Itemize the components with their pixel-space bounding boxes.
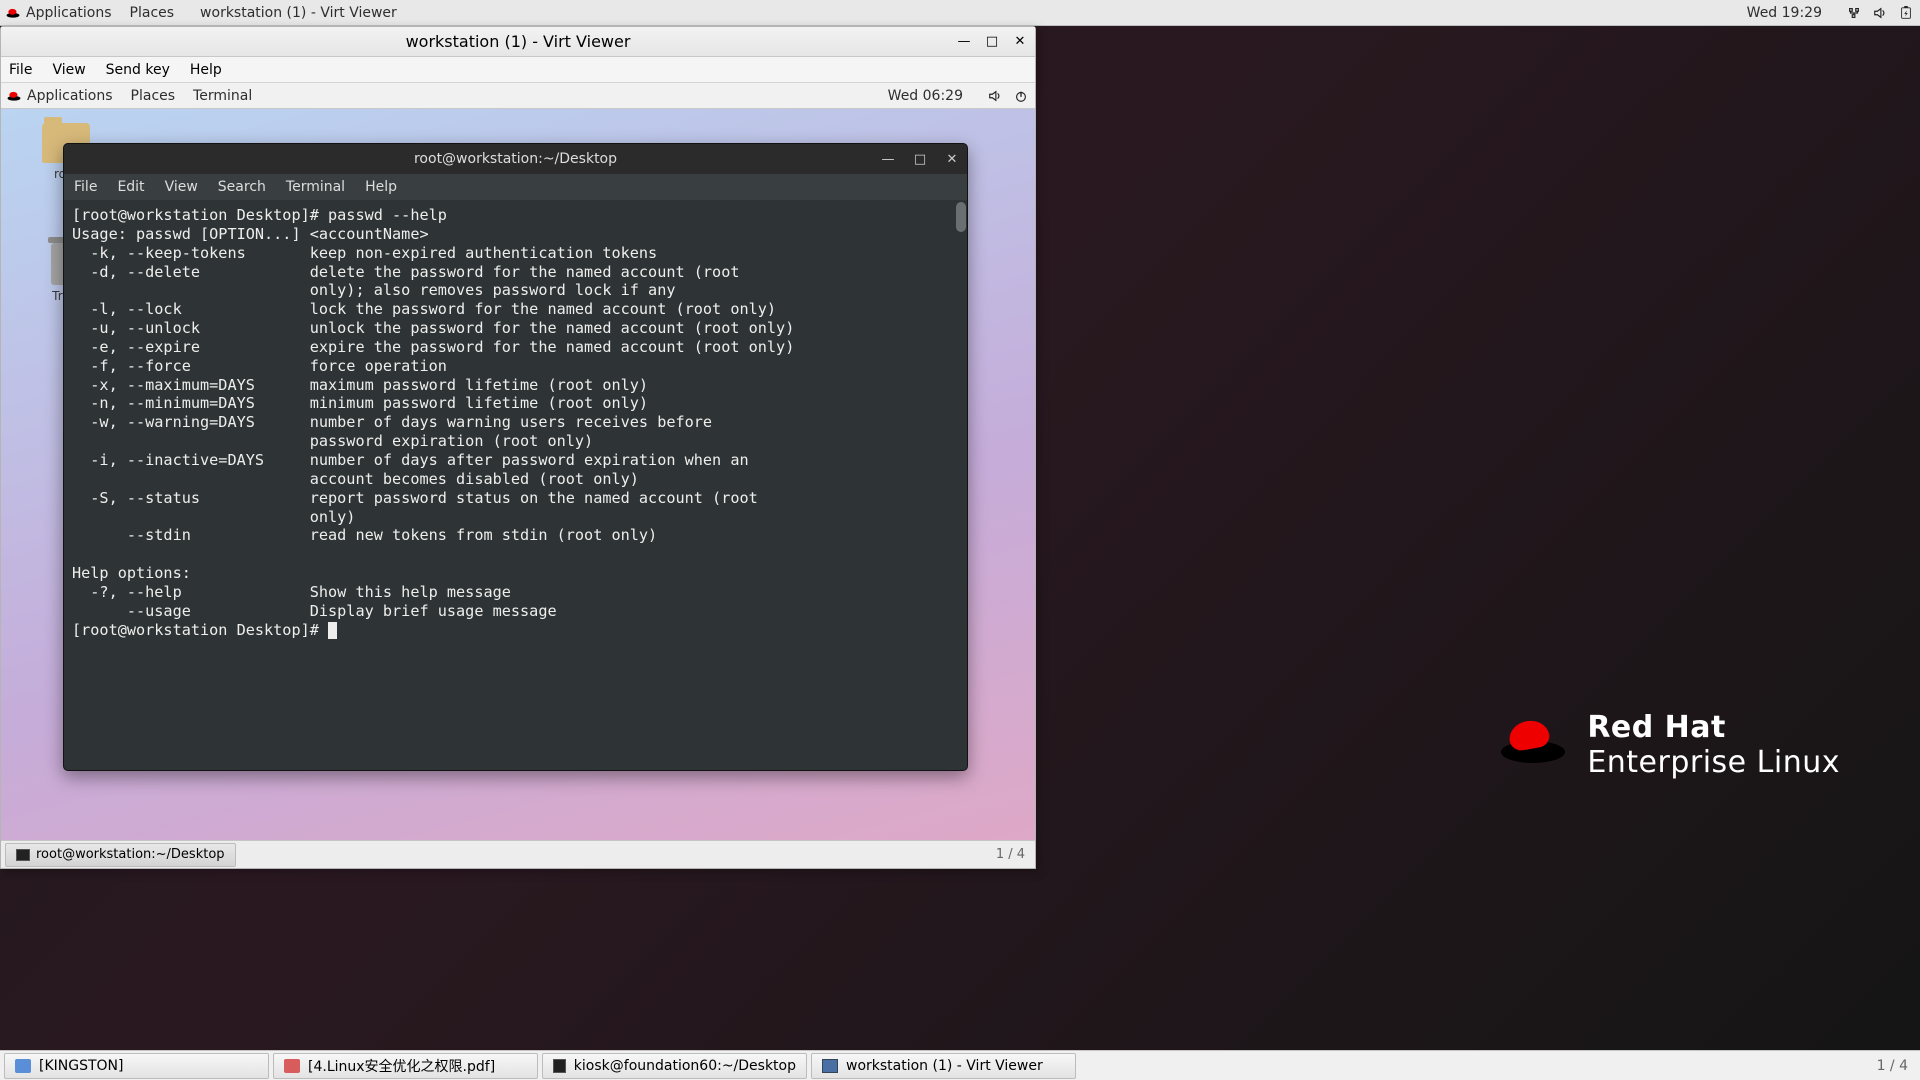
minimize-button[interactable]: — [953,32,975,52]
virt-menu-help[interactable]: Help [190,62,222,78]
disk-icon [15,1059,31,1073]
guest-menu-places[interactable]: Places [131,88,176,104]
host-active-app[interactable]: workstation (1) - Virt Viewer [200,5,397,21]
guest-task-label: root@workstation:~/Desktop [36,847,225,862]
volume-icon[interactable] [987,88,1003,104]
scrollbar-thumb[interactable] [956,202,966,232]
redhat-hat-icon [1501,721,1565,769]
task-label: [4.Linux安全优化之权限.pdf] [308,1056,495,1076]
host-menu-applications[interactable]: Applications [26,5,112,21]
terminal-icon [553,1059,566,1073]
terminal-menubar: File Edit View Search Terminal Help [64,174,967,200]
volume-icon[interactable] [1872,5,1888,21]
guest-topbar: Applications Places Terminal Wed 06:29 [1,83,1035,109]
brand-line2: Enterprise Linux [1587,745,1840,780]
terminal-output: [root@workstation Desktop]# passwd --hel… [72,206,959,639]
term-menu-help[interactable]: Help [365,179,397,195]
power-icon[interactable] [1013,88,1029,104]
maximize-button[interactable]: □ [911,150,929,168]
terminal-window: root@workstation:~/Desktop — □ ✕ File Ed… [63,143,968,771]
redhat-icon [6,6,20,20]
redhat-brand-logo: Red Hat Enterprise Linux [1501,710,1840,780]
virt-titlebar[interactable]: workstation (1) - Virt Viewer — □ ✕ [1,27,1035,57]
close-button[interactable]: ✕ [1009,32,1031,52]
guest-menu-applications[interactable]: Applications [27,88,113,104]
term-menu-edit[interactable]: Edit [117,179,144,195]
maximize-button[interactable]: □ [981,32,1003,52]
terminal-title: root@workstation:~/Desktop [414,151,617,167]
host-clock[interactable]: Wed 19:29 [1747,5,1822,21]
host-topbar: Applications Places workstation (1) - Vi… [0,0,1920,26]
guest-clock[interactable]: Wed 06:29 [888,88,963,104]
task-label: workstation (1) - Virt Viewer [846,1058,1043,1074]
guest-task-terminal[interactable]: root@workstation:~/Desktop [5,843,236,867]
host-task-terminal[interactable]: kiosk@foundation60:~/Desktop [542,1053,807,1079]
battery-icon[interactable] [1898,5,1914,21]
guest-workspace-indicator[interactable]: 1 / 4 [996,847,1025,862]
term-menu-search[interactable]: Search [218,179,266,195]
term-menu-terminal[interactable]: Terminal [286,179,345,195]
virt-menubar: File View Send key Help [1,57,1035,83]
guest-active-app[interactable]: Terminal [193,88,252,104]
virt-window-title: workstation (1) - Virt Viewer [406,32,631,51]
host-task-kingston[interactable]: [KINGSTON] [4,1053,269,1079]
task-label: [KINGSTON] [39,1058,124,1074]
terminal-icon [16,849,30,861]
terminal-titlebar[interactable]: root@workstation:~/Desktop — □ ✕ [64,144,967,174]
display-icon [822,1059,838,1073]
virt-viewer-window: workstation (1) - Virt Viewer — □ ✕ File… [0,26,1036,869]
virt-menu-file[interactable]: File [9,62,32,78]
terminal-body[interactable]: [root@workstation Desktop]# passwd --hel… [64,200,967,770]
network-icon[interactable] [1846,5,1862,21]
host-workspace-indicator[interactable]: 1 / 4 [1877,1058,1908,1074]
host-task-pdf[interactable]: [4.Linux安全优化之权限.pdf] [273,1053,538,1079]
term-menu-view[interactable]: View [165,179,198,195]
brand-line1: Red Hat [1587,710,1840,745]
close-button[interactable]: ✕ [943,150,961,168]
task-label: kiosk@foundation60:~/Desktop [574,1058,796,1074]
virt-menu-sendkey[interactable]: Send key [106,62,170,78]
guest-desktop: Applications Places Terminal Wed 06:29 r… [1,83,1035,868]
term-menu-file[interactable]: File [74,179,97,195]
virt-menu-view[interactable]: View [52,62,85,78]
redhat-icon [7,89,21,103]
host-menu-places[interactable]: Places [130,5,175,21]
pdf-icon [284,1059,300,1073]
guest-taskbar: root@workstation:~/Desktop 1 / 4 [1,840,1035,868]
host-taskbar: [KINGSTON] [4.Linux安全优化之权限.pdf] kiosk@fo… [0,1050,1920,1080]
host-task-virtviewer[interactable]: workstation (1) - Virt Viewer [811,1053,1076,1079]
minimize-button[interactable]: — [879,150,897,168]
